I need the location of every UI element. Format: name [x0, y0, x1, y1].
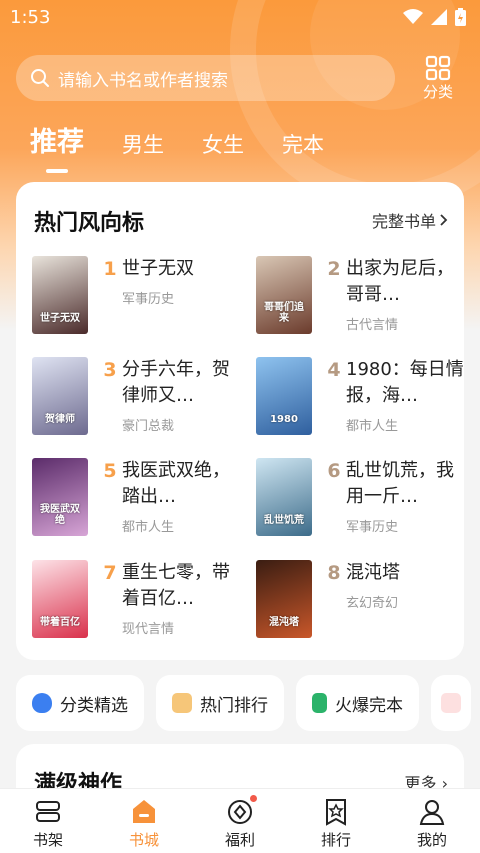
- status-bar: 1:53: [0, 0, 480, 34]
- book-rank: 4: [327, 359, 341, 381]
- signal-icon: [431, 9, 447, 25]
- book-item[interactable]: 我医武双绝 5 我医武双绝，踏出… 都市人生: [32, 458, 242, 538]
- book-icon: [312, 693, 327, 713]
- book-title: 分手六年，贺律师又…: [122, 359, 230, 406]
- book-title: 1980：每日情报，海…: [346, 359, 464, 406]
- wifi-icon: [403, 9, 423, 24]
- book-rank: 6: [327, 460, 341, 482]
- nav-bookstore[interactable]: 书城: [96, 789, 192, 853]
- full-list-link[interactable]: 完整书单: [372, 208, 448, 232]
- book-cover: 哥哥们追来: [256, 256, 312, 334]
- nav-bookshelf[interactable]: 书架: [0, 789, 96, 853]
- quick-entries: 分类精选 热门排行 火爆完本: [16, 675, 480, 731]
- book-category: 豪门总裁: [122, 419, 175, 434]
- hot-completed-button[interactable]: 火爆完本: [296, 675, 419, 731]
- nav-label: 书架: [32, 831, 63, 849]
- welfare-icon: [228, 800, 252, 824]
- book-category: 古代言情: [346, 318, 399, 333]
- book-category: 都市人生: [346, 419, 399, 434]
- battery-icon: [455, 8, 466, 26]
- bookshelf-icon: [36, 801, 60, 822]
- cover-title: 世子无双: [40, 312, 80, 324]
- category-label: 分类: [422, 83, 453, 101]
- book-rank: 5: [103, 460, 117, 482]
- book-rank: 3: [103, 359, 117, 381]
- book-cover: 乱世饥荒: [256, 458, 312, 536]
- book-title: 世子无双: [122, 258, 194, 279]
- hot-ranking-button[interactable]: 热门排行: [156, 675, 284, 731]
- channel-tabs: 推荐 男生 女生 完本: [30, 120, 324, 173]
- book-category: 现代言情: [122, 622, 175, 637]
- cover-title: 哥哥们追来: [264, 302, 304, 324]
- profile-icon: [419, 800, 445, 825]
- full-list-label: 完整书单: [371, 212, 436, 231]
- more-icon: [441, 693, 461, 713]
- nav-label: 书城: [128, 831, 159, 849]
- tab-female[interactable]: 女生: [202, 129, 244, 169]
- category-picks-button[interactable]: 分类精选: [16, 675, 144, 731]
- book-title: 我医武双绝，踏出…: [122, 460, 230, 507]
- ranking-icon: [326, 799, 346, 826]
- book-title: 乱世饥荒，我用一斤…: [346, 460, 454, 507]
- book-cover: 贺律师: [32, 357, 88, 435]
- section-title: 热门风向标: [34, 211, 145, 236]
- cover-title: 混沌塔: [269, 616, 299, 628]
- book-item[interactable]: 带着百亿 7 重生七零，带着百亿… 现代言情: [32, 560, 242, 640]
- status-time: 1:53: [10, 6, 51, 28]
- search-placeholder: 请输入书名或作者搜索: [58, 70, 228, 91]
- book-cover: 我医武双绝: [32, 458, 88, 536]
- book-item[interactable]: 哥哥们追来 2 出家为尼后，哥哥… 古代言情: [256, 256, 466, 336]
- hot-trends-card: 热门风向标 完整书单 世子无双 1 世子无双 军事历史 哥哥们追来 2 出家为尼后，哥哥… 古…: [16, 182, 464, 660]
- nav-profile[interactable]: 我的: [384, 789, 480, 853]
- category-button[interactable]: 分类: [414, 55, 462, 103]
- more-entry-button[interactable]: [431, 675, 471, 731]
- book-rank: 8: [327, 562, 341, 584]
- cover-title: 带着百亿: [40, 616, 80, 628]
- bookstore-icon: [133, 800, 155, 823]
- chip-label: 热门排行: [200, 695, 268, 716]
- grid-icon: [425, 55, 451, 81]
- chip-label: 分类精选: [60, 695, 128, 716]
- notification-dot: [250, 795, 257, 802]
- search-icon: [31, 69, 49, 87]
- cover-title: 乱世饥荒: [264, 514, 304, 526]
- book-title: 混沌塔: [346, 562, 400, 583]
- book-item[interactable]: 1980 4 1980：每日情报，海… 都市人生: [256, 357, 466, 437]
- book-title: 出家为尼后，哥哥…: [346, 258, 454, 305]
- book-cover: 世子无双: [32, 256, 88, 334]
- nav-welfare[interactable]: 福利: [192, 789, 288, 853]
- nav-ranking[interactable]: 排行: [288, 789, 384, 853]
- tab-male[interactable]: 男生: [122, 129, 164, 169]
- cover-title: 1980: [270, 413, 298, 425]
- book-rank: 7: [103, 562, 117, 584]
- book-category: 军事历史: [346, 520, 399, 535]
- book-item[interactable]: 乱世饥荒 6 乱世饥荒，我用一斤… 军事历史: [256, 458, 466, 538]
- nav-label: 排行: [320, 831, 351, 849]
- cover-title: 我医武双绝: [40, 504, 80, 526]
- shield-star-icon: [32, 693, 52, 713]
- tab-completed[interactable]: 完本: [282, 129, 324, 169]
- book-cover: 带着百亿: [32, 560, 88, 638]
- book-rank: 1: [103, 258, 117, 280]
- book-item[interactable]: 世子无双 1 世子无双 军事历史: [32, 256, 242, 336]
- nav-label: 我的: [416, 831, 447, 849]
- book-cover: 1980: [256, 357, 312, 435]
- search-bar[interactable]: 请输入书名或作者搜索: [16, 55, 395, 101]
- chip-label: 火爆完本: [335, 695, 403, 716]
- book-cover: 混沌塔: [256, 560, 312, 638]
- book-item[interactable]: 混沌塔 8 混沌塔 玄幻奇幻: [256, 560, 466, 640]
- book-item[interactable]: 贺律师 3 分手六年，贺律师又… 豪门总裁: [32, 357, 242, 437]
- cover-title: 贺律师: [45, 413, 75, 425]
- tab-recommend[interactable]: 推荐: [30, 120, 84, 173]
- bottom-nav: 书架 书城 福利 排行 我的: [0, 788, 480, 853]
- book-category: 都市人生: [122, 520, 175, 535]
- chevron-right-icon: [440, 214, 448, 226]
- book-rank: 2: [327, 258, 341, 280]
- book-category: 军事历史: [122, 292, 175, 307]
- book-title: 重生七零，带着百亿…: [122, 562, 230, 609]
- nav-label: 福利: [224, 831, 255, 849]
- trophy-icon: [172, 693, 192, 713]
- book-category: 玄幻奇幻: [346, 596, 399, 611]
